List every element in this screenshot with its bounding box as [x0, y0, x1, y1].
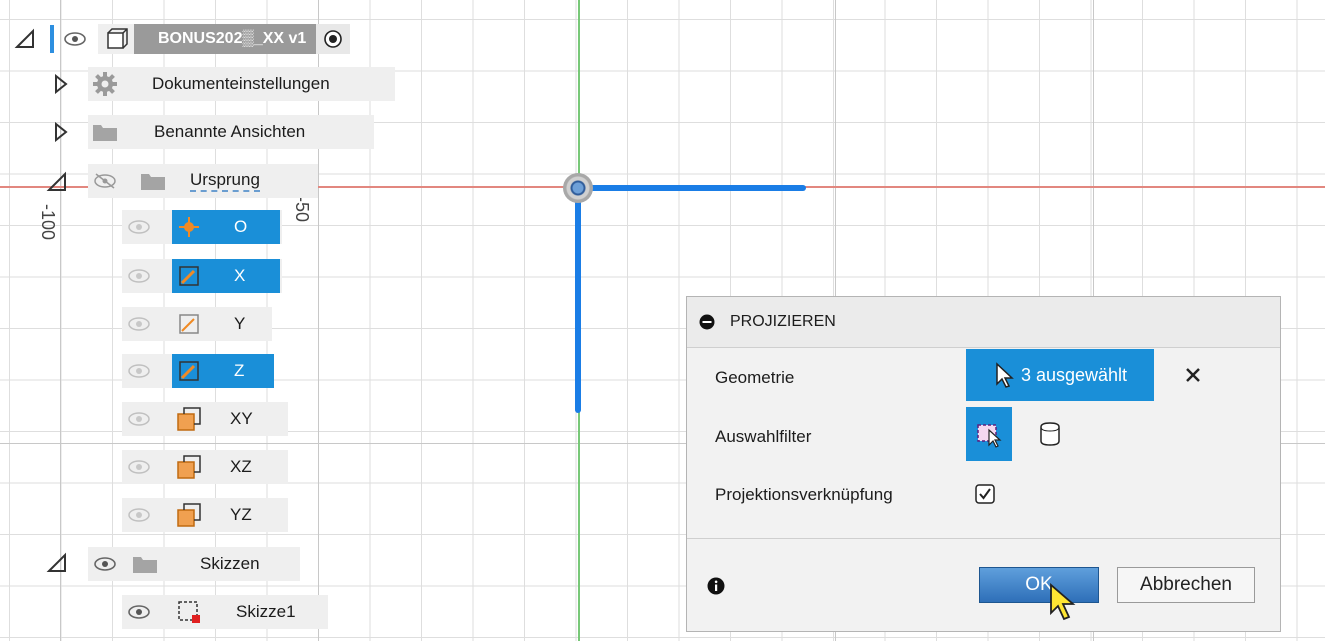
origin-item-axis-x[interactable]: X: [122, 259, 282, 293]
eye-hidden-icon[interactable]: [88, 164, 122, 198]
sketch-item[interactable]: Skizze1: [122, 595, 328, 629]
geometry-label: Geometrie: [715, 368, 795, 387]
dialog-footer: OK Abbrechen: [687, 538, 1280, 631]
origin-item-plane-xy[interactable]: XY: [122, 402, 288, 436]
info-icon[interactable]: [707, 577, 725, 595]
folder-icon: [88, 115, 122, 149]
eye-icon[interactable]: [122, 450, 156, 484]
axis-icon: [172, 307, 206, 341]
selection-filter-label: Auswahlfilter: [715, 427, 812, 446]
plane-xz-label: XZ: [230, 457, 252, 476]
axis-icon: [172, 354, 206, 388]
project-dialog: PROJIZIEREN Geometrie 3 ausgewählt Auswa…: [686, 296, 1281, 632]
browser-item-origin[interactable]: Ursprung: [88, 164, 318, 198]
origin-item-axis-y[interactable]: Y: [122, 307, 272, 341]
eye-icon[interactable]: [58, 22, 92, 56]
eye-icon[interactable]: [88, 547, 122, 581]
eye-icon[interactable]: [122, 307, 156, 341]
eye-icon[interactable]: [122, 210, 156, 244]
browser-root-row[interactable]: BONUS202▒_XX v1: [14, 22, 351, 56]
origin-point-label: O: [234, 217, 248, 236]
origin-point-icon: [172, 210, 206, 244]
eye-icon[interactable]: [122, 595, 156, 629]
folder-icon: [136, 164, 170, 198]
ruler-label-minus100: -100: [38, 204, 58, 241]
dialog-header[interactable]: PROJIZIEREN: [687, 297, 1280, 348]
plane-yz-label: YZ: [230, 505, 252, 524]
expand-arrow-icon[interactable]: [50, 120, 72, 144]
grid-major-line: [60, 0, 61, 641]
cancel-button[interactable]: Abbrechen: [1117, 567, 1255, 603]
origin-point-marker[interactable]: [563, 173, 593, 203]
root-component-label: BONUS202▒_XX v1: [158, 30, 307, 47]
plane-icon: [172, 450, 206, 484]
eye-icon[interactable]: [122, 259, 156, 293]
axis-icon: [172, 259, 206, 293]
folder-icon: [128, 547, 162, 581]
component-icon: [98, 24, 134, 54]
geometry-selection-count: 3 ausgewählt: [1020, 364, 1128, 385]
browser-item-named-views[interactable]: Benannte Ansichten: [88, 115, 374, 149]
projection-link-label: Projektionsverknüpfung: [715, 485, 893, 504]
plane-xy-label: XY: [230, 409, 253, 428]
axis-y-label: Y: [234, 314, 246, 333]
root-component-item[interactable]: BONUS202▒_XX v1: [98, 24, 317, 54]
mouse-cursor-icon: [1050, 583, 1076, 621]
collapse-arrow-icon[interactable]: [46, 170, 68, 194]
projected-line-vertical[interactable]: [575, 188, 581, 413]
cursor-icon: [996, 362, 1014, 388]
origin-item-plane-xz[interactable]: XZ: [122, 450, 288, 484]
minus-circle-icon[interactable]: [699, 314, 715, 330]
origin-item-axis-z[interactable]: Z: [122, 354, 274, 388]
ok-button[interactable]: OK: [979, 567, 1099, 603]
origin-item-point-o[interactable]: O: [122, 210, 282, 244]
window-select-filter-button[interactable]: [966, 407, 1012, 461]
plane-icon: [172, 402, 206, 436]
browser-item-sketches[interactable]: Skizzen: [88, 547, 300, 581]
plane-icon: [172, 498, 206, 532]
gear-icon: [88, 67, 122, 101]
sketch-label: Skizze1: [236, 602, 296, 621]
body-filter-button[interactable]: [1032, 416, 1068, 452]
cancel-button-label: Abbrechen: [1140, 574, 1232, 595]
named-views-label: Benannte Ansichten: [154, 122, 306, 141]
dialog-title: PROJIZIEREN: [730, 313, 836, 330]
active-component-marker: [50, 25, 54, 53]
eye-icon[interactable]: [122, 354, 156, 388]
axis-x-selected: X: [172, 259, 280, 293]
close-icon[interactable]: [1184, 366, 1202, 384]
eye-icon[interactable]: [122, 498, 156, 532]
collapse-arrow-icon[interactable]: [14, 28, 36, 50]
projected-line-horizontal[interactable]: [580, 185, 806, 191]
geometry-selection-button[interactable]: 3 ausgewählt: [966, 349, 1154, 401]
origin-folder-label: Ursprung: [190, 170, 260, 192]
axis-z-selected: Z: [172, 354, 274, 388]
sketch-icon: [172, 595, 206, 629]
axis-z-label: Z: [234, 361, 245, 380]
axis-x-label: X: [234, 266, 246, 285]
body-filter-icon: [1040, 422, 1060, 446]
eye-icon[interactable]: [122, 402, 156, 436]
ruler-label-minus50: -50: [292, 196, 312, 223]
origin-item-plane-yz[interactable]: YZ: [122, 498, 288, 532]
dialog-body: Geometrie 3 ausgewählt Auswahlfilter Pro…: [699, 349, 1268, 535]
browser-item-document-settings[interactable]: Dokumenteinstellungen: [88, 67, 395, 101]
expand-arrow-icon[interactable]: [50, 72, 72, 96]
origin-point-selected: O: [172, 210, 280, 244]
window-select-icon: [977, 424, 1002, 448]
document-settings-label: Dokumenteinstellungen: [152, 74, 330, 93]
collapse-arrow-icon[interactable]: [46, 551, 68, 575]
sketches-label: Skizzen: [200, 554, 260, 573]
checkbox-icon[interactable]: [975, 484, 995, 504]
radio-active-icon[interactable]: [316, 24, 351, 54]
